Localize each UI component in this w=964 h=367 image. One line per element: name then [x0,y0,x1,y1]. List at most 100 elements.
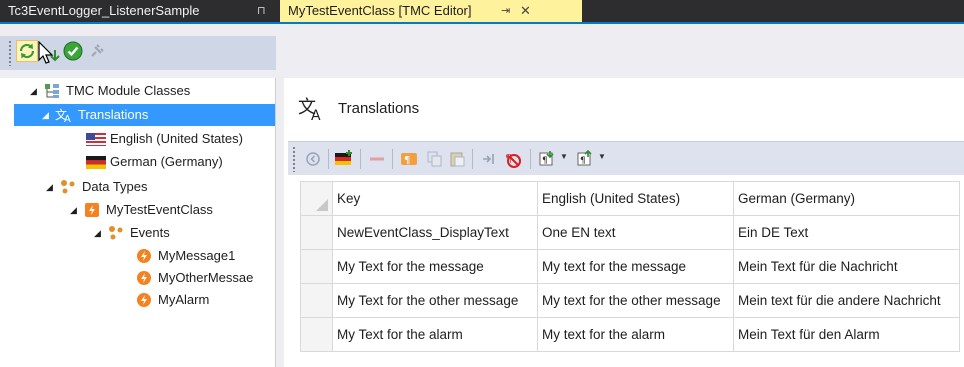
svg-text:¶: ¶ [404,155,410,166]
toolbar-separator [530,149,531,169]
collapse-arrow-icon[interactable]: ◢ [30,80,42,102]
cell-german[interactable]: Mein Text für die Nachricht [733,249,960,284]
tree-node-label: MyTestEventClass [106,202,213,217]
cell-key[interactable]: My Text for the alarm [332,317,538,352]
toolbar-grip[interactable] [8,40,12,66]
cell-english[interactable]: My text for the alarm [537,317,734,352]
event-icon [134,270,154,286]
cell-key[interactable]: My Text for the message [332,249,538,284]
svg-text:¶: ¶ [542,156,548,166]
tree-node-english[interactable]: English (United States) [86,128,243,150]
translations-toolbar: ¶ ¶ ¶ ▼ ¶ ▼ [288,141,964,175]
cell-key[interactable]: NewEventClass_DisplayText [332,215,538,250]
tab-listener-sample[interactable]: Tc3EventLogger_ListenerSample ⊓ [0,0,276,22]
event-icon [134,248,154,264]
toolbar-separator [472,149,473,169]
pin-icon[interactable]: ⇥ [501,0,510,22]
table-row[interactable]: My Text for the message My text for the … [300,249,960,284]
import-button[interactable]: ¶ [536,148,558,170]
table-row[interactable]: NewEventClass_DisplayText One EN text Ei… [300,215,960,250]
event-icon [134,292,154,308]
tree-node-events[interactable]: ◢ Events [94,222,170,244]
tree-node-tmc-module-classes[interactable]: ◢ TMC Module Classes [30,80,190,102]
cell-german[interactable]: Mein text für die andere Nachricht [733,283,960,318]
svg-text:A: A [311,108,321,121]
tree-node-mytesteventclass[interactable]: ◢ MyTestEventClass [70,199,213,221]
column-header-key[interactable]: Key [332,181,538,216]
cell-german[interactable]: Ein DE Text [733,215,960,250]
tree-node-label: Events [130,225,170,240]
events-icon [106,225,126,241]
row-header[interactable] [300,283,333,318]
paste-icon [450,152,465,167]
tree-node-event-item[interactable]: MyAlarm [134,289,209,311]
tab-listener-label: Tc3EventLogger_ListenerSample [8,3,200,18]
tree-node-translations[interactable]: ◢ 文 A Translations [14,104,275,126]
svg-text:¶: ¶ [580,156,586,166]
grid-header-row: Key English (United States) German (Germ… [300,181,960,216]
check-icon [63,41,83,61]
export-dropdown-arrow-icon[interactable]: ▼ [598,152,606,161]
tree-node-event-item[interactable]: MyOtherMessae [134,267,253,289]
svg-text:A: A [64,114,71,123]
add-green-arrow-icon [50,50,60,62]
back-icon [306,152,320,166]
import-icon: ¶ [539,151,554,166]
import-dropdown-arrow-icon[interactable]: ▼ [560,152,568,161]
insert-button[interactable] [478,148,500,170]
translations-grid: Key English (United States) German (Germ… [300,181,960,352]
collapse-arrow-icon[interactable]: ◢ [94,222,106,244]
cell-english[interactable]: My text for the other message [537,283,734,318]
table-row[interactable]: My Text for the other message My text fo… [300,283,960,318]
tmc-tree-view: ◢ TMC Module Classes ◢ 文 A Translations [0,78,276,367]
new-translation-button[interactable]: ¶ [398,148,420,170]
tree-node-label: English (United States) [110,131,243,146]
add-language-button[interactable] [334,148,356,170]
tree-node-german[interactable]: German (Germany) [86,151,223,173]
export-icon: ¶ [577,150,592,166]
tree-node-label: Data Types [82,179,148,194]
paste-button[interactable] [446,148,468,170]
module-classes-icon [42,83,62,99]
row-header[interactable] [300,317,333,352]
cell-german[interactable]: Mein Text für den Alarm [733,317,960,352]
pin-icon[interactable]: ⊓ [257,0,266,22]
toolbar-separator [328,149,329,169]
toolbar-separator [360,149,361,169]
check-button[interactable] [62,40,84,62]
tree-node-data-types[interactable]: ◢ Data Types [46,176,148,198]
tab-tmc-editor[interactable]: MyTestEventClass [TMC Editor] ⇥ ✕ [280,0,582,22]
cell-key[interactable]: My Text for the other message [332,283,538,318]
tree-toolbar [0,36,276,70]
column-header-german[interactable]: German (Germany) [733,181,960,216]
tree-node-event-item[interactable]: MyMessage1 [134,245,235,267]
copy-icon [427,151,442,167]
cell-english[interactable]: One EN text [537,215,734,250]
toolbar-separator [392,149,393,169]
export-button[interactable]: ¶ [574,148,596,170]
plugin-button[interactable] [86,40,108,62]
back-button[interactable] [302,148,324,170]
collapse-arrow-icon[interactable]: ◢ [46,176,58,198]
remove-button[interactable] [366,148,388,170]
tree-node-label: MyMessage1 [158,248,236,263]
event-class-icon [82,202,102,218]
row-header[interactable] [300,215,333,250]
collapse-arrow-icon[interactable]: ◢ [42,104,54,126]
refresh-button[interactable] [16,40,38,62]
tree-node-label: German (Germany) [110,154,223,169]
remove-translation-button[interactable]: ¶ [502,148,524,170]
collapse-arrow-icon[interactable]: ◢ [70,199,82,221]
column-header-english[interactable]: English (United States) [537,181,734,216]
copy-button[interactable] [424,148,446,170]
table-row[interactable]: My Text for the alarm My text for the al… [300,317,960,352]
cell-english[interactable]: My text for the message [537,249,734,284]
row-header[interactable] [300,249,333,284]
toolbar-grip[interactable] [292,146,296,172]
add-language-flag-icon [335,150,352,165]
no-translation-icon: ¶ [505,152,521,168]
german-flag-icon [86,154,106,170]
select-all-corner[interactable] [300,181,333,216]
close-tab-icon[interactable]: ✕ [520,0,531,22]
minus-icon [370,157,384,161]
